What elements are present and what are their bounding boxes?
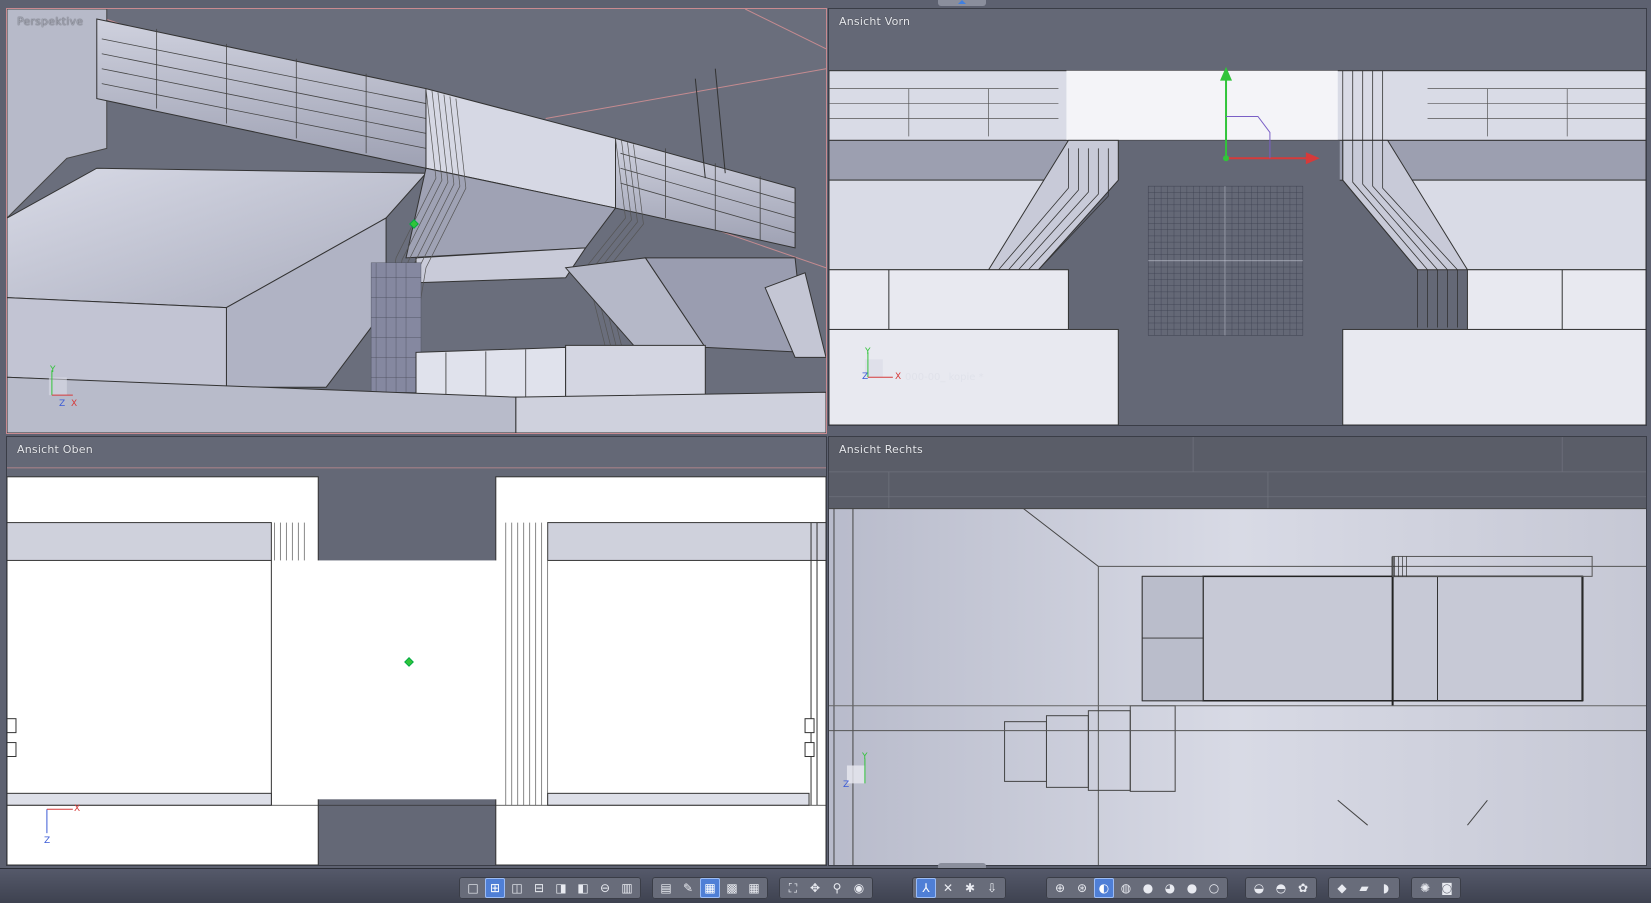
top-scene [7, 437, 826, 865]
gouraud-icon[interactable]: ◕ [1160, 878, 1180, 898]
view-toolbar: □ ⊞ ◫ ⊟ ◨ ◧ ⊖ ▥ ▤ ✎ ▦ ▩ ▦ ⛶ ✥ ⚲ ◉ ⅄ ✕ ✱ ⇩ ⊕ ⊛ ◐ ◍ ● ◕ ● ○ ◒ ◓ ✿ ◆ ▰… [0, 868, 1651, 903]
front-view-label: Ansicht Vorn [839, 15, 911, 28]
single-view-icon[interactable]: □ [463, 878, 483, 898]
axis-x-label: X [71, 399, 78, 409]
perspective-view-label: Perspektive [17, 15, 84, 28]
eye-icon[interactable]: ◉ [849, 878, 869, 898]
axis-z-label: Z [843, 780, 850, 790]
grid-green-icon[interactable]: ▦ [744, 878, 764, 898]
right-viewport[interactable]: Ansicht Rechts Y Z [828, 436, 1647, 866]
axis-y-label: Y [862, 752, 868, 762]
three-view-bottom-icon[interactable]: ▥ [617, 878, 637, 898]
axis-z-label: Z [59, 399, 66, 409]
full-render-icon[interactable]: ○ [1204, 878, 1224, 898]
axis-y-label: Y [865, 347, 871, 357]
axis-x-label: X [895, 372, 902, 382]
top-viewport[interactable]: Ansicht Oben X Z [6, 436, 827, 866]
hidden-line-icon[interactable]: ⊛ [1072, 878, 1092, 898]
front-viewport[interactable]: Ansicht Vorn 000-00_ kopie * Y Z X [828, 8, 1647, 426]
axis-x-label: X [74, 804, 81, 814]
three-view-left-icon[interactable]: ◫ [507, 878, 527, 898]
three-view-right-icon[interactable]: ◧ [573, 878, 593, 898]
camera-icon[interactable]: ◙ [1437, 878, 1457, 898]
top-panel-tab[interactable] [938, 0, 986, 6]
display-options-group: ▤ ✎ ▦ ▩ ▦ [652, 877, 768, 899]
axis-z-label: Z [44, 836, 51, 846]
shaded-wire-icon[interactable]: ◍ [1116, 878, 1136, 898]
material-sphere-icon[interactable]: ◒ [1249, 878, 1269, 898]
transform-group: ⅄ ✕ ✱ ⇩ [912, 877, 1006, 899]
materials-group: ◒ ◓ ✿ [1245, 877, 1317, 899]
navigation-group: ⛶ ✥ ⚲ ◉ [779, 877, 873, 899]
drop-icon[interactable]: ⇩ [982, 878, 1002, 898]
axis-y-label: Y [50, 365, 56, 375]
axis-z-label: Z [862, 372, 869, 382]
grid-red-icon[interactable]: ▩ [722, 878, 742, 898]
grid-blue-icon[interactable]: ▦ [700, 878, 720, 898]
top-view-label: Ansicht Oben [17, 443, 93, 456]
rotate-icon[interactable]: ✕ [938, 878, 958, 898]
light-icon[interactable]: ✺ [1415, 878, 1435, 898]
right-view-label: Ansicht Rechts [839, 443, 923, 456]
scale-icon[interactable]: ✱ [960, 878, 980, 898]
cube-icon[interactable]: ◆ [1332, 878, 1352, 898]
object-list-icon[interactable]: ▤ [656, 878, 676, 898]
shading-group: ⊕ ⊛ ◐ ◍ ● ◕ ● ○ [1046, 877, 1228, 899]
objects-group: ◆ ▰ ◗ [1328, 877, 1400, 899]
zoom-icon[interactable]: ⚲ [827, 878, 847, 898]
fit-view-icon[interactable]: ⛶ [783, 878, 803, 898]
object-name-label: 000-00_ kopie * [905, 372, 984, 383]
layout-group: □ ⊞ ◫ ⊟ ◨ ◧ ⊖ ▥ [459, 877, 641, 899]
material-drop-icon[interactable]: ◓ [1271, 878, 1291, 898]
perspective-scene [7, 9, 826, 433]
two-view-horizontal-icon[interactable]: ⊖ [595, 878, 615, 898]
curve-icon[interactable]: ◗ [1376, 878, 1396, 898]
pan-icon[interactable]: ✥ [805, 878, 825, 898]
render-group: ✺ ◙ [1411, 877, 1461, 899]
wireframe-icon[interactable]: ⊕ [1050, 878, 1070, 898]
right-scene [829, 437, 1646, 865]
two-view-vertical-icon[interactable]: ◨ [551, 878, 571, 898]
paint-icon[interactable]: ✎ [678, 878, 698, 898]
three-view-top-icon[interactable]: ⊟ [529, 878, 549, 898]
boxes-icon[interactable]: ▰ [1354, 878, 1374, 898]
material-cluster-icon[interactable]: ✿ [1293, 878, 1313, 898]
smooth-shaded-icon[interactable]: ● [1138, 878, 1158, 898]
flat-shaded-icon[interactable]: ◐ [1094, 878, 1114, 898]
move-axes-icon[interactable]: ⅄ [916, 878, 936, 898]
front-scene [829, 9, 1646, 425]
render-preview-icon[interactable]: ● [1182, 878, 1202, 898]
quad-view-icon[interactable]: ⊞ [485, 878, 505, 898]
perspective-viewport[interactable]: Perspektive Y Z X [6, 8, 827, 434]
